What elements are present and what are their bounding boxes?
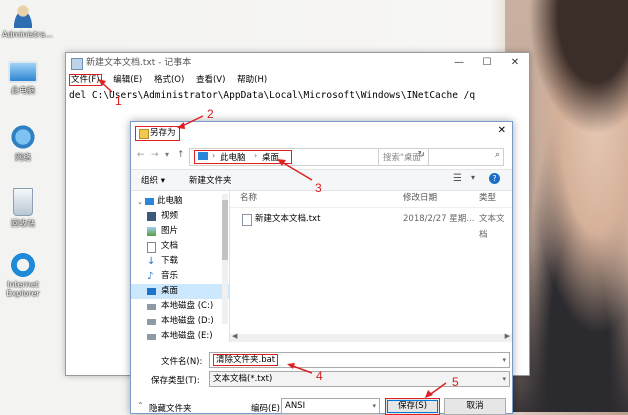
annotation-label-2: 2 bbox=[207, 107, 214, 121]
arrowhead-2 bbox=[177, 122, 185, 129]
annotation-label-4: 4 bbox=[316, 369, 323, 383]
arrowhead-5 bbox=[425, 390, 433, 398]
arrowhead-3 bbox=[277, 159, 286, 166]
annotation-overlay bbox=[98, 79, 447, 398]
arrowhead-4 bbox=[287, 363, 295, 369]
annotation-label-5: 5 bbox=[452, 375, 459, 389]
annotation-label-1: 1 bbox=[115, 94, 122, 108]
annotation-label-3: 3 bbox=[315, 181, 322, 195]
annotation-arrow-3 bbox=[279, 160, 313, 181]
